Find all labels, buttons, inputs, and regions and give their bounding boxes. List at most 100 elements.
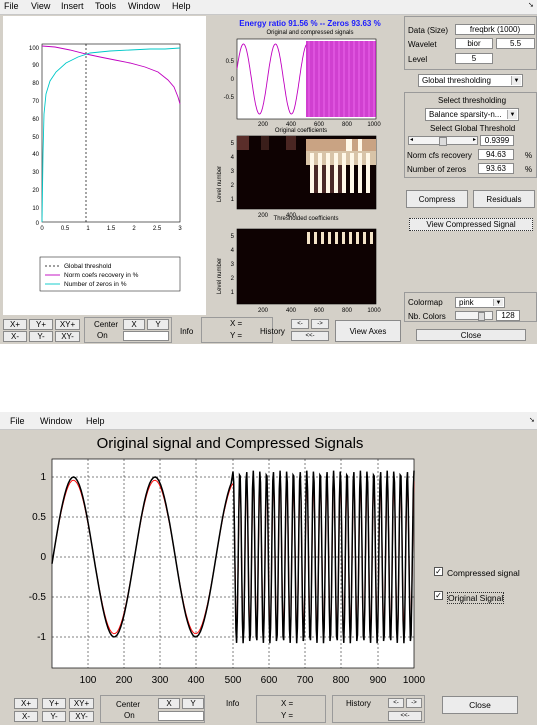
y-tick-50: 50 xyxy=(32,135,39,141)
center-on-label: On xyxy=(124,711,135,720)
signals-coefficients-plots: Energy ratio 91.56 % -- Zeros 93.63 % Or… xyxy=(217,19,381,314)
menu-help[interactable]: Help xyxy=(172,1,191,11)
thresholding-select[interactable]: Balance sparsity-n... ▼ xyxy=(425,108,519,121)
zoom-y-minus-button[interactable]: Y- xyxy=(42,711,66,722)
legend-recovery: Norm coefs recovery in % xyxy=(64,272,139,279)
menu-insert[interactable]: Insert xyxy=(61,1,84,11)
history-back-button[interactable]: <- xyxy=(291,319,309,329)
slider-right-arrow-icon[interactable]: ▸ xyxy=(473,136,476,143)
x-tick-800: 800 xyxy=(333,675,350,686)
history-forward-button[interactable]: -> xyxy=(406,698,422,708)
compress-button[interactable]: Compress xyxy=(406,190,468,208)
slider-thumb[interactable] xyxy=(478,312,485,321)
y-coordinate-label: Y = xyxy=(281,711,294,720)
view-axes-button[interactable]: View Axes xyxy=(335,320,401,342)
svg-text:200: 200 xyxy=(258,122,269,128)
y-tick-100: 100 xyxy=(29,46,40,52)
close-button[interactable]: Close xyxy=(442,696,518,714)
slider-thumb[interactable] xyxy=(439,137,447,146)
svg-text:1: 1 xyxy=(231,290,235,296)
center-on-field[interactable] xyxy=(158,711,204,721)
colormap-select[interactable]: pink ▼ xyxy=(455,297,505,308)
zoom-x-plus-button[interactable]: X+ xyxy=(3,319,27,330)
y-tick-10: 10 xyxy=(32,206,39,212)
residuals-button[interactable]: Residuals xyxy=(473,190,535,208)
svg-text:200: 200 xyxy=(258,308,269,314)
menu-tools[interactable]: Tools xyxy=(95,1,116,11)
y-tick-60: 60 xyxy=(32,117,39,123)
svg-text:5: 5 xyxy=(231,234,235,240)
dock-arrow-icon[interactable]: ➘ xyxy=(528,1,534,9)
data-size-field: freqbrk (1000) xyxy=(455,24,535,35)
select-global-threshold-label: Select Global Threshold xyxy=(430,124,516,133)
data-size-label: Data (Size) xyxy=(408,26,449,35)
menu-window[interactable]: Window xyxy=(40,416,72,426)
x-coordinate-label: X = xyxy=(281,699,294,708)
nb-colors-field[interactable]: 128 xyxy=(496,310,520,321)
menu-window[interactable]: Window xyxy=(128,1,160,11)
center-x-button[interactable]: X xyxy=(158,698,180,709)
svg-text:2: 2 xyxy=(231,183,235,189)
norm-recovery-field[interactable]: 94.63 xyxy=(478,149,514,160)
sig-y-tick-minus0.5: -0.5 xyxy=(224,95,235,101)
info-label: Info xyxy=(226,699,240,708)
center-x-button[interactable]: X xyxy=(123,319,145,330)
original-signal-checkbox[interactable]: ✓ xyxy=(434,591,443,600)
view-compressed-signal-button[interactable]: View Compressed Signal xyxy=(409,218,533,231)
menu-view[interactable]: View xyxy=(31,1,50,11)
zoom-xy-minus-button[interactable]: XY- xyxy=(55,331,80,342)
slider-left-arrow-icon[interactable]: ◂ xyxy=(410,136,413,143)
y-tick-0: 0 xyxy=(36,221,40,227)
history-reset-button[interactable]: <<- xyxy=(291,331,329,341)
menu-file[interactable]: File xyxy=(10,416,25,426)
zoom-xy-plus-button[interactable]: XY+ xyxy=(55,319,80,330)
center-y-button[interactable]: Y xyxy=(182,698,204,709)
x-tick-2: 2 xyxy=(132,226,136,232)
zoom-x-minus-button[interactable]: X- xyxy=(3,331,27,342)
close-button[interactable]: Close xyxy=(416,329,526,341)
x-coordinate-label: X = xyxy=(230,319,243,328)
history-reset-button[interactable]: <<- xyxy=(388,711,422,721)
svg-text:200: 200 xyxy=(258,213,269,219)
threshold-slider[interactable]: ◂ ▸ xyxy=(408,136,478,146)
zoom-xy-plus-button[interactable]: XY+ xyxy=(69,698,94,709)
y-tick-70: 70 xyxy=(32,99,39,105)
history-back-button[interactable]: <- xyxy=(388,698,404,708)
y-tick-minus0.5: -0.5 xyxy=(29,592,47,603)
zoom-y-minus-button[interactable]: Y- xyxy=(29,331,53,342)
svg-text:800: 800 xyxy=(342,122,353,128)
x-tick-700: 700 xyxy=(297,675,314,686)
svg-text:3: 3 xyxy=(231,262,235,268)
center-y-button[interactable]: Y xyxy=(147,319,169,330)
dock-arrow-icon[interactable]: ➘ xyxy=(529,416,535,424)
energy-ratio-title: Energy ratio 91.56 % -- Zeros 93.63 % xyxy=(239,19,380,28)
zoom-y-plus-button[interactable]: Y+ xyxy=(29,319,53,330)
level-axis-label-1: Level number xyxy=(217,166,223,202)
zoom-x-plus-button[interactable]: X+ xyxy=(14,698,38,709)
menu-file[interactable]: File xyxy=(4,1,19,11)
level-label: Level xyxy=(408,55,428,64)
zoom-y-plus-button[interactable]: Y+ xyxy=(42,698,66,709)
method-select[interactable]: Global thresholding ▼ xyxy=(418,74,523,87)
svg-text:800: 800 xyxy=(342,308,353,314)
threshold-value-field[interactable]: 0.9399 xyxy=(480,135,514,146)
comparison-plot: Original signal and Compressed Signals 1… xyxy=(29,435,426,686)
number-zeros-field[interactable]: 93.63 xyxy=(478,163,514,174)
x-tick-3: 3 xyxy=(178,226,182,232)
x-tick-900: 900 xyxy=(370,675,387,686)
x-tick-300: 300 xyxy=(152,675,169,686)
history-label: History xyxy=(346,699,371,708)
colormap-label: Colormap xyxy=(408,298,443,307)
menu-help[interactable]: Help xyxy=(86,416,105,426)
legend-threshold: Global threshold xyxy=(64,263,112,270)
svg-text:2: 2 xyxy=(231,276,235,282)
number-zeros-label: Number of zeros xyxy=(407,165,467,174)
x-tick-1.5: 1.5 xyxy=(107,226,116,232)
compressed-signal-checkbox[interactable]: ✓ xyxy=(434,567,443,576)
center-on-field[interactable] xyxy=(123,331,169,341)
nb-colors-slider[interactable] xyxy=(455,311,493,321)
center-on-label: On xyxy=(97,331,108,340)
zoom-xy-minus-button[interactable]: XY- xyxy=(69,711,94,722)
zoom-x-minus-button[interactable]: X- xyxy=(14,711,38,722)
history-forward-button[interactable]: -> xyxy=(311,319,329,329)
